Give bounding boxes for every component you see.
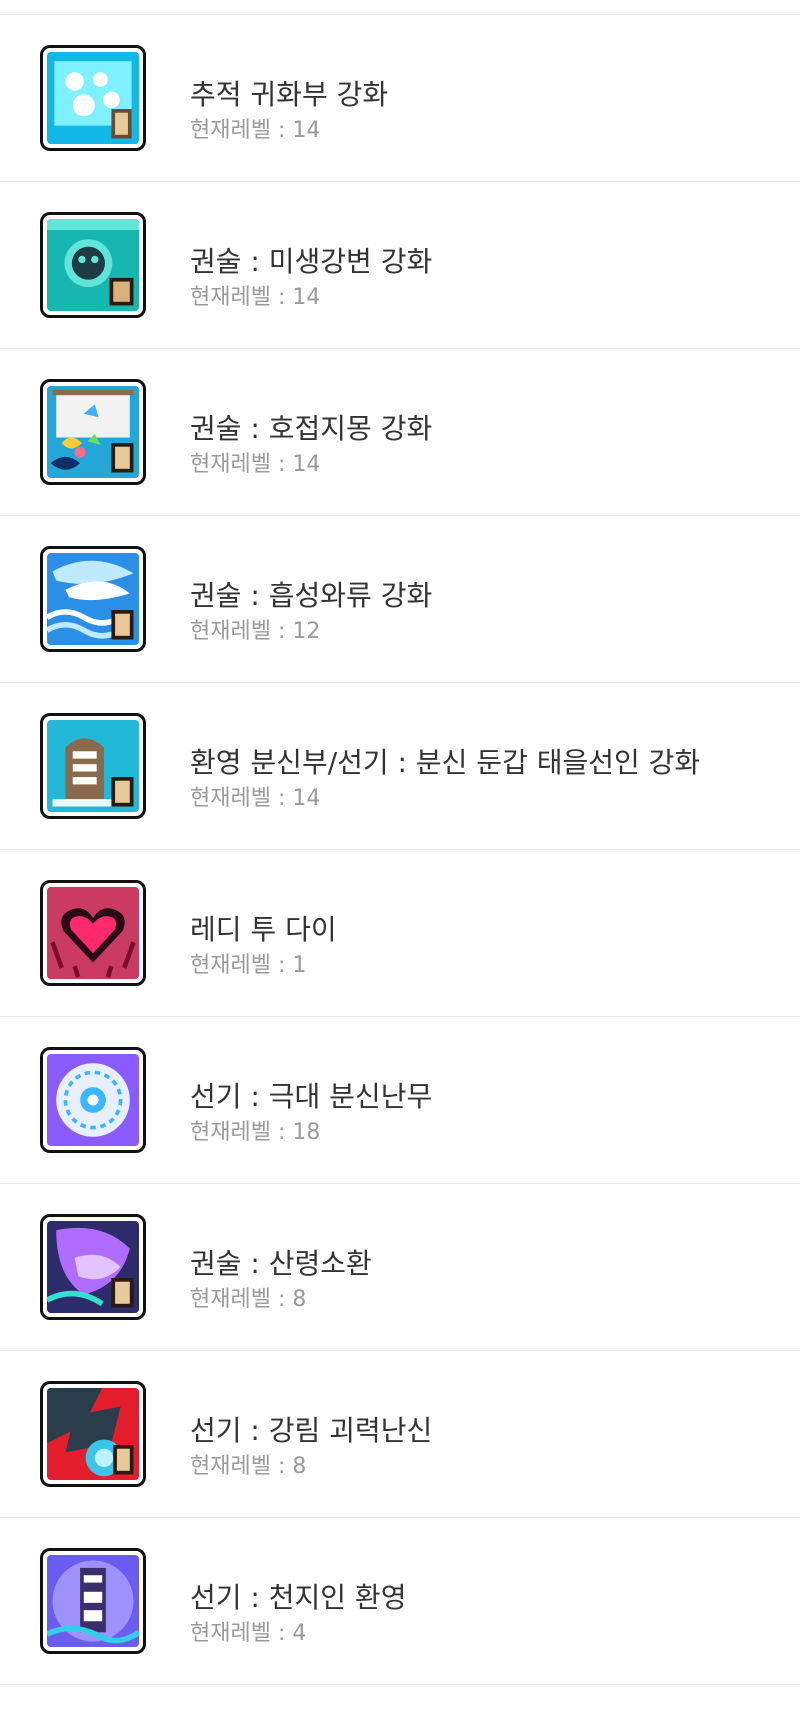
- skill-title: 권술 : 흡성와류 강화: [190, 579, 433, 612]
- skill-list: 추적 귀화부 강화 현재레벨 : 14 권술 : 미생강변 강화 현재레벨: …: [0, 0, 800, 1685]
- skill-title: 선기 : 강림 괴력난신: [190, 1414, 433, 1447]
- skill-title: 환영 분신부/선기 : 분신 둔갑 태을선인 강화: [190, 746, 701, 779]
- talisman-book-icon: [40, 45, 146, 151]
- skill-level: 현재레벨 : 4: [190, 1621, 307, 1646]
- magic-circle-icon: [40, 1047, 146, 1153]
- round-face-book-icon: [40, 212, 146, 318]
- butterfly-scroll-icon: [40, 379, 146, 485]
- skill-level: 현재레벨 : 14: [190, 452, 321, 477]
- list-item[interactable]: 레디 투 다이 현재레벨 : 1: [0, 850, 800, 1017]
- list-item[interactable]: 선기 : 강림 괴력난신 현재레벨 : 8: [0, 1351, 800, 1518]
- skill-title: 레디 투 다이: [190, 913, 337, 946]
- skill-level: 현재레벨 : 14: [190, 285, 321, 310]
- list-item[interactable]: 권술 : 미생강변 강화 현재레벨 : 14: [0, 182, 800, 349]
- spirit-summon-book-icon: [40, 1214, 146, 1320]
- heaven-earth-icon: [40, 1548, 146, 1654]
- skill-level: 현재레벨 : 8: [190, 1454, 307, 1479]
- skill-level: 현재레벨 : 8: [190, 1287, 307, 1312]
- list-item[interactable]: 권술 : 산령소환 현재레벨 : 8: [0, 1184, 800, 1351]
- list-item[interactable]: 환영 분신부/선기 : 분신 둔갑 태을선인 강화 현재레벨 : 14: [0, 683, 800, 850]
- skill-title: 권술 : 산령소환: [190, 1247, 372, 1280]
- skill-level: 현재레벨 : 1: [190, 953, 307, 978]
- dragon-book-icon: [40, 1381, 146, 1487]
- dark-heart-icon: [40, 880, 146, 986]
- skill-title: 선기 : 천지인 환영: [190, 1581, 407, 1614]
- skill-title: 권술 : 호접지몽 강화: [190, 412, 433, 445]
- skill-level: 현재레벨 : 14: [190, 118, 321, 143]
- skill-title: 선기 : 극대 분신난무: [190, 1080, 433, 1113]
- vortex-book-icon: [40, 546, 146, 652]
- list-item[interactable]: 선기 : 천지인 환영 현재레벨 : 4: [0, 1518, 800, 1685]
- skill-level: 현재레벨 : 14: [190, 786, 321, 811]
- list-item[interactable]: 선기 : 극대 분신난무 현재레벨 : 18: [0, 1017, 800, 1184]
- tombstone-book-icon: [40, 713, 146, 819]
- list-item[interactable]: 권술 : 흡성와류 강화 현재레벨 : 12: [0, 516, 800, 683]
- list-top-divider: [0, 0, 800, 15]
- skill-level: 현재레벨 : 18: [190, 1120, 321, 1145]
- list-item[interactable]: 추적 귀화부 강화 현재레벨 : 14: [0, 15, 800, 182]
- skill-title: 추적 귀화부 강화: [190, 78, 389, 111]
- skill-title: 권술 : 미생강변 강화: [190, 245, 433, 278]
- list-item[interactable]: 권술 : 호접지몽 강화 현재레벨 : 14: [0, 349, 800, 516]
- skill-level: 현재레벨 : 12: [190, 619, 321, 644]
